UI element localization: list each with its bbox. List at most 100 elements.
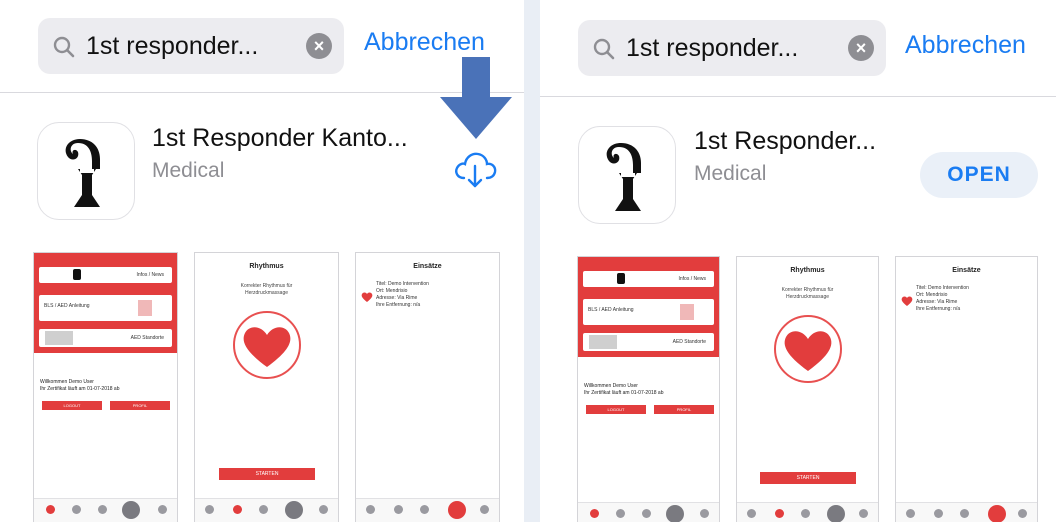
app-icon[interactable] — [37, 122, 135, 220]
heart-icon — [361, 292, 373, 302]
app-screenshot-home[interactable]: Infos / News BLS / AED Anleitung AED Sta… — [577, 256, 720, 522]
intervention-location: Ort: Mendrisio — [376, 288, 408, 294]
phone-tab-icon — [420, 505, 429, 514]
welcome-line: Willkommen Demo User — [584, 383, 638, 389]
phone-tab-icon — [642, 509, 651, 518]
menu-label: Infos / News — [678, 276, 706, 282]
cancel-button[interactable]: Abbrechen — [364, 28, 485, 57]
basel-staff-icon — [65, 139, 100, 207]
cancel-button[interactable]: Abbrechen — [905, 31, 1026, 60]
logout-button: LOGOUT — [42, 401, 102, 410]
home-tab-icon — [366, 505, 375, 514]
intervention-info: Titel: Demo Intervention Ort: Mendrisio … — [376, 281, 429, 309]
menu-item-news: Infos / News — [39, 267, 172, 283]
tab-bar — [34, 498, 177, 522]
screen-title: Einsätze — [952, 267, 981, 274]
app-screenshot-rhythm[interactable]: Rhythmus Korrekter Rhythmus für Herzdruc… — [736, 256, 879, 522]
heart-tab-icon — [827, 505, 845, 522]
basel-staff-icon — [606, 143, 641, 211]
app-title[interactable]: 1st Responder Kanto... — [152, 124, 408, 153]
app-screenshot-rhythm[interactable]: Rhythmus Korrekter Rhythmus für Herzdruc… — [194, 252, 339, 522]
info-tab-icon — [859, 509, 868, 518]
phone-tab-icon — [960, 509, 969, 518]
info-tab-icon — [700, 509, 709, 518]
rhythm-text: Korrekter Rhythmus für Herzdruckmassage — [747, 287, 868, 301]
heart-tab-icon — [285, 501, 303, 519]
clear-search-icon[interactable]: × — [848, 35, 874, 61]
search-icon — [53, 36, 75, 58]
screen-title: Rhythmus — [790, 267, 825, 274]
profile-button: PROFIL — [110, 401, 170, 410]
app-icon[interactable] — [578, 126, 676, 224]
rhythm-tab-icon — [616, 509, 625, 518]
panel-divider — [524, 0, 540, 522]
certificate-line: Ihr Zertifikat läuft am 01-07-2018 ab — [40, 386, 120, 392]
tab-bar — [578, 502, 719, 522]
cloud-download-icon[interactable] — [452, 150, 498, 190]
intervention-info: Titel: Demo Intervention Ort: Mendrisio … — [916, 285, 969, 313]
intervention-location: Ort: Mendrisio — [916, 292, 948, 298]
home-tab-icon — [906, 509, 915, 518]
info-tab-icon — [319, 505, 328, 514]
search-bar[interactable]: 1st responder... × — [578, 20, 886, 76]
home-tab-icon — [590, 509, 599, 518]
phone-tab-icon — [259, 505, 268, 514]
map-icon — [589, 335, 617, 349]
app-category: Medical — [694, 162, 767, 185]
app-category: Medical — [152, 159, 225, 182]
screen-title: Einsätze — [413, 263, 442, 270]
menu-item-aed: AED Standorte — [39, 329, 172, 347]
menu-item-news: Infos / News — [583, 271, 714, 287]
search-input[interactable]: 1st responder... — [86, 28, 258, 64]
search-bar[interactable]: 1st responder... × — [38, 18, 344, 74]
rhythm-line: Korrekter Rhythmus für — [240, 283, 293, 289]
menu-item-bls: BLS / AED Anleitung — [583, 299, 714, 325]
rhythm-line: Herzdruckmassage — [244, 290, 289, 296]
welcome-text: Willkommen Demo User Ihr Zertifikat läuf… — [40, 379, 120, 393]
tab-bar — [896, 502, 1037, 522]
heart-tab-icon — [666, 505, 684, 522]
rhythm-line: Herzdruckmassage — [785, 294, 830, 300]
tab-bar — [356, 498, 499, 522]
heart-ring — [774, 315, 842, 383]
right-panel: 1st responder... × Abbrechen 1st Respond… — [540, 0, 1056, 522]
rhythm-text: Korrekter Rhythmus für Herzdruckmassage — [205, 283, 328, 297]
start-button: STARTEN — [219, 468, 315, 480]
certificate-line: Ihr Zertifikat läuft am 01-07-2018 ab — [584, 390, 664, 396]
home-tab-icon — [747, 509, 756, 518]
menu-item-aed: AED Standorte — [583, 333, 714, 351]
intervention-distance: Ihre Entfernung: n/a — [916, 306, 961, 312]
start-button: STARTEN — [760, 472, 856, 484]
intervention-title: Titel: Demo Intervention — [376, 281, 429, 287]
heart-tab-icon — [448, 501, 466, 519]
heart-tab-icon — [988, 505, 1006, 522]
clear-search-icon[interactable]: × — [306, 33, 332, 59]
app-screenshot-einsatz[interactable]: Einsätze Titel: Demo Intervention Ort: M… — [355, 252, 500, 522]
rhythm-tab-icon — [233, 505, 242, 514]
menu-label: AED Standorte — [672, 339, 706, 345]
rhythm-tab-icon — [394, 505, 403, 514]
left-panel: 1st responder... × Abbrechen 1st Respond… — [0, 0, 524, 522]
heart-ring — [233, 311, 301, 379]
heart-icon — [784, 331, 832, 371]
menu-label: Infos / News — [136, 272, 164, 278]
menu-label: AED Standorte — [130, 335, 164, 341]
rhythm-tab-icon — [775, 509, 784, 518]
profile-button: PROFIL — [654, 405, 714, 414]
intervention-title: Titel: Demo Intervention — [916, 285, 969, 291]
rhythm-tab-icon — [934, 509, 943, 518]
menu-label: BLS / AED Anleitung — [588, 307, 634, 313]
aed-device-icon — [138, 300, 152, 316]
menu-item-bls: BLS / AED Anleitung — [39, 295, 172, 321]
welcome-line: Willkommen Demo User — [40, 379, 94, 385]
search-input[interactable]: 1st responder... — [626, 30, 798, 66]
home-tab-icon — [205, 505, 214, 514]
intervention-address: Adresse: Via Rime — [916, 299, 958, 305]
app-title[interactable]: 1st Responder... — [694, 127, 876, 156]
app-screenshot-home[interactable]: Infos / News BLS / AED Anleitung AED Sta… — [33, 252, 178, 522]
open-button[interactable]: OPEN — [920, 152, 1038, 198]
info-tab-icon — [1018, 509, 1027, 518]
app-screenshot-einsatz[interactable]: Einsätze Titel: Demo Intervention Ort: M… — [895, 256, 1038, 522]
logout-button: LOGOUT — [586, 405, 646, 414]
home-tab-icon — [46, 505, 55, 514]
